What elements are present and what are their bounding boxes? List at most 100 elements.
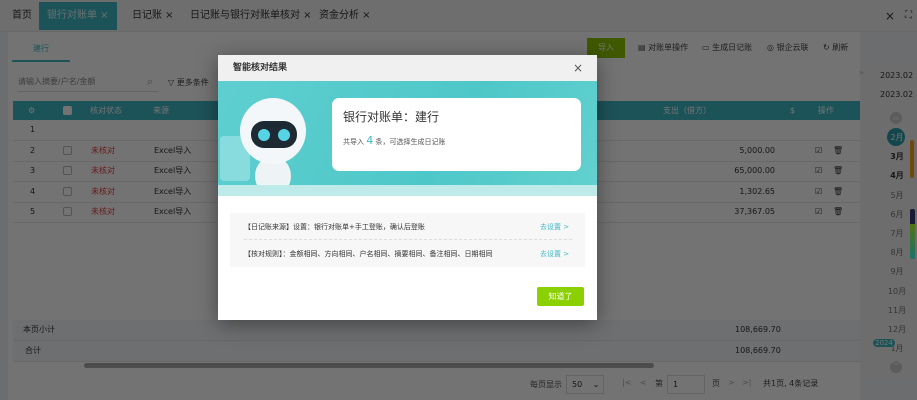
row-expense: 1,302.65 bbox=[739, 186, 775, 196]
month-item[interactable]: 5月 bbox=[882, 190, 912, 201]
header-source: 来源 bbox=[153, 106, 169, 115]
range-bar-orange bbox=[910, 140, 914, 178]
fullscreen-icon[interactable]: ⛶ bbox=[897, 2, 917, 30]
total-label: 合计 bbox=[25, 346, 41, 355]
journal-source-link[interactable]: 去设置 > bbox=[540, 222, 569, 232]
total-row: 合计 108,669.70 bbox=[13, 341, 860, 362]
month-item[interactable]: 12月 bbox=[882, 324, 912, 335]
per-page-label: 每页显示 bbox=[530, 380, 562, 389]
subtotal-label: 本页小计 bbox=[23, 325, 55, 334]
date-to[interactable]: 2023.02 bbox=[880, 90, 913, 99]
per-page-select[interactable]: 50 ⌄ bbox=[566, 375, 604, 394]
month-item[interactable]: 7月 bbox=[882, 228, 912, 239]
filter-button[interactable]: ▽ 更多条件 bbox=[168, 77, 209, 88]
range-bar-green bbox=[910, 209, 915, 259]
reconcile-rule-link[interactable]: 去设置 > bbox=[540, 249, 569, 259]
settings-info-box: 【日记账来源】设置：银行对账单+手工登账，确认后登账 去设置 > 【核对规则】：… bbox=[230, 213, 585, 267]
row-checkbox[interactable] bbox=[63, 166, 72, 175]
tab-journal[interactable]: 日记账 × bbox=[124, 2, 182, 30]
reconcile-rule-text: 【核对规则】：金额相同、方向相同、户名相同、摘要相同、备注相同、日期相同 bbox=[244, 250, 493, 258]
result-summary: 共导入 4 条，可选择生成日记账 bbox=[343, 134, 446, 147]
subtotal-row: 本页小计 108,669.70 bbox=[13, 320, 860, 341]
chevron-down-icon: ⌄ bbox=[592, 380, 600, 389]
got-it-button[interactable]: 知道了 bbox=[537, 287, 584, 306]
delete-icon[interactable]: 🗑 bbox=[833, 182, 843, 202]
tab-reconcile[interactable]: 日记账与银行对账单核对 × bbox=[182, 2, 320, 30]
statement-ops-label: 对账单操作 bbox=[648, 43, 689, 52]
row-source: Excel导入 bbox=[154, 186, 192, 196]
robot-illustration bbox=[220, 98, 306, 196]
bank-link-label: 银企云联 bbox=[776, 43, 809, 52]
row-checkbox[interactable] bbox=[63, 186, 72, 196]
tab-bank-statement[interactable]: 银行对账单 × bbox=[39, 2, 117, 30]
per-page-value: 50 bbox=[572, 380, 583, 389]
search-input[interactable]: 请输入摘要/户名/金额 bbox=[18, 72, 158, 92]
reconcile-result-modal: 智能核对结果 × 银行对账单：建行 共导入 4 条，可选择生成日记账 【日记账来… bbox=[218, 55, 597, 320]
result-heading: 银行对账单：建行 bbox=[343, 110, 440, 124]
last-page-icon[interactable]: >| bbox=[742, 378, 751, 387]
month-item[interactable]: 3月 bbox=[882, 151, 912, 162]
header-status: 核对状态 bbox=[90, 106, 122, 115]
month-item[interactable]: 11月 bbox=[882, 305, 912, 316]
filter-label: 更多条件 bbox=[176, 78, 209, 87]
result-bubble: 银行对账单：建行 共导入 4 条，可选择生成日记账 bbox=[332, 98, 581, 171]
search-icon[interactable]: ⌕ bbox=[147, 75, 153, 89]
page-input[interactable]: 1 bbox=[667, 375, 705, 394]
horizontal-scrollbar[interactable] bbox=[84, 363, 654, 368]
month-item[interactable]: 8月 bbox=[882, 247, 912, 258]
collapse-icon[interactable]: » bbox=[859, 68, 864, 77]
month-sidebar: » 2023.02 2023.02 ︽ 2月 3月 4月 5月 6月 7月 8月 9月 10月 1… bbox=[859, 64, 917, 380]
header-sort[interactable]: $ bbox=[790, 101, 795, 120]
settings-icon[interactable]: ⚙ bbox=[28, 101, 35, 120]
modal-close-icon[interactable]: × bbox=[573, 61, 583, 75]
gen-journal-label: 生成日记账 bbox=[712, 43, 753, 52]
month-item[interactable]: 2月 bbox=[882, 132, 912, 143]
bank-link-button[interactable]: ◎ 银企云联 bbox=[767, 38, 809, 58]
statement-ops-button[interactable]: ▤ 对账单操作 bbox=[638, 38, 688, 58]
first-page-icon[interactable]: |< bbox=[622, 378, 631, 387]
delete-icon[interactable]: 🗑 bbox=[833, 141, 843, 161]
scroll-up-icon[interactable]: ︽ bbox=[890, 112, 902, 124]
row-checkbox[interactable] bbox=[63, 207, 72, 216]
import-count: 4 bbox=[366, 134, 374, 147]
header-expense: 支出（借方） bbox=[663, 106, 711, 115]
scroll-down-icon[interactable]: ︾ bbox=[890, 361, 902, 373]
select-all-checkbox[interactable] bbox=[63, 106, 72, 115]
row-source: Excel导入 bbox=[154, 207, 192, 216]
modal-banner: 银行对账单：建行 共导入 4 条，可选择生成日记账 bbox=[218, 81, 597, 196]
verify-icon[interactable]: ☑ bbox=[815, 161, 822, 181]
row-status: 未核对 bbox=[91, 166, 115, 175]
page-prefix: 第 bbox=[655, 379, 663, 388]
month-item[interactable]: 4月 bbox=[882, 170, 912, 181]
row-source: Excel导入 bbox=[154, 145, 192, 155]
row-expense: 65,000.00 bbox=[734, 166, 775, 175]
tab-home[interactable]: 首页 bbox=[4, 2, 40, 30]
year-badge: 2024 bbox=[873, 339, 895, 347]
next-page-icon[interactable]: > bbox=[728, 378, 735, 387]
verify-icon[interactable]: ☑ bbox=[815, 141, 822, 161]
tab-fund-analysis[interactable]: 资金分析 × bbox=[311, 2, 379, 30]
header-ops: 操作 bbox=[818, 106, 834, 115]
prev-page-icon[interactable]: < bbox=[640, 378, 647, 387]
total-value: 108,669.70 bbox=[735, 346, 781, 355]
month-item[interactable]: 10月 bbox=[882, 286, 912, 297]
subtab-jianhang[interactable]: 建行 bbox=[12, 38, 70, 62]
modal-title: 智能核对结果 bbox=[218, 55, 597, 81]
journal-source-text: 【日记账来源】设置：银行对账单+手工登账，确认后登账 bbox=[244, 223, 425, 231]
tab-bar: 首页 银行对账单 × 日记账 × 日记账与银行对账单核对 × 资金分析 × × … bbox=[0, 0, 917, 32]
gen-journal-button[interactable]: ▭ 生成日记账 bbox=[702, 38, 752, 58]
delete-icon[interactable]: 🗑 bbox=[833, 161, 843, 181]
pagination-summary: 共1页, 4条记录 bbox=[763, 379, 819, 388]
month-item[interactable]: 6月 bbox=[882, 209, 912, 220]
delete-icon[interactable]: 🗑 bbox=[833, 202, 843, 222]
verify-icon[interactable]: ☑ bbox=[815, 182, 822, 202]
verify-icon[interactable]: ☑ bbox=[815, 202, 822, 222]
date-from[interactable]: 2023.02 bbox=[880, 71, 913, 80]
month-item[interactable]: 9月 bbox=[882, 266, 912, 277]
refresh-label: 刷新 bbox=[832, 43, 849, 52]
row-status: 未核对 bbox=[91, 186, 115, 196]
row-number: 2 bbox=[30, 145, 36, 155]
refresh-button[interactable]: ↻ 刷新 bbox=[823, 38, 848, 58]
banner-strip bbox=[218, 185, 597, 196]
row-checkbox[interactable] bbox=[63, 145, 72, 155]
